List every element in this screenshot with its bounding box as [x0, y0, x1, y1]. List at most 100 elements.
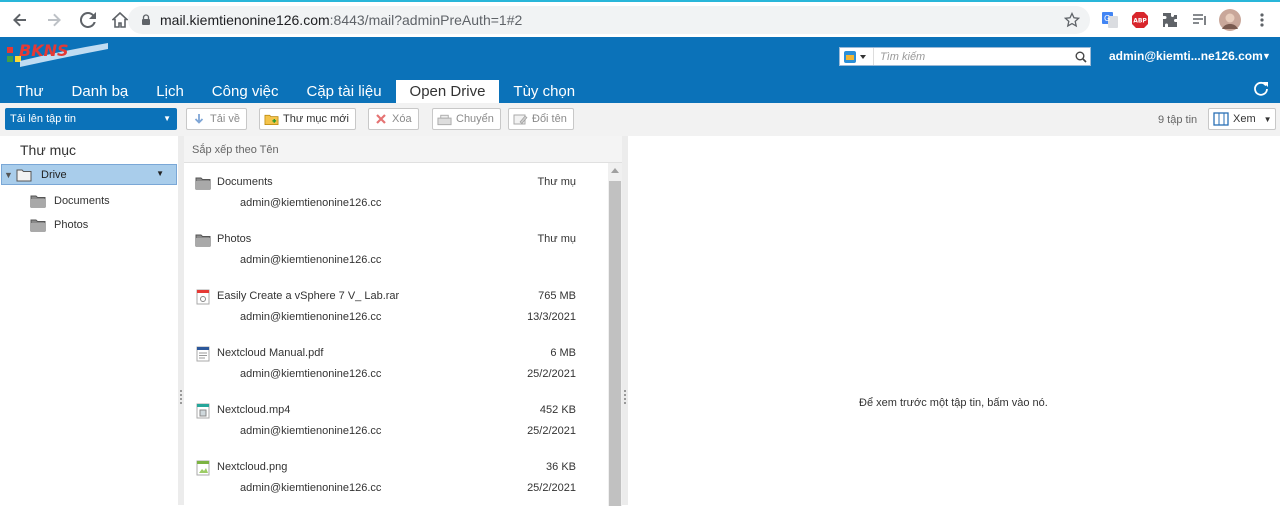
address-bar[interactable]: mail.kiemtienonine126.com:8443/mail?admi… — [128, 6, 1090, 34]
file-name: Easily Create a vSphere 7 V_ Lab.rar — [217, 290, 400, 302]
expand-triangle-icon[interactable]: ▼ — [4, 170, 14, 180]
chevron-down-icon[interactable]: ▼ — [1264, 115, 1272, 124]
scrollbar-thumb[interactable] — [609, 181, 621, 506]
chevron-down-icon[interactable]: ▼ — [156, 169, 164, 178]
delete-label: Xóa — [392, 113, 412, 125]
folder-icon — [30, 195, 46, 208]
splitter-grip — [624, 390, 626, 404]
file-date: 13/3/2021 — [527, 311, 576, 323]
tree-item-label: Drive — [41, 168, 67, 181]
file-owner: admin@kiemtienonine126.cc — [240, 482, 382, 494]
pane-splitter[interactable] — [622, 136, 628, 505]
user-account-menu[interactable]: admin@kiemti...ne126.com — [1109, 49, 1263, 63]
download-icon — [191, 112, 206, 127]
download-label: Tải về — [210, 113, 240, 125]
search-input[interactable] — [874, 50, 1072, 63]
tree-item-drive[interactable]: ▼ Drive ▼ — [1, 164, 177, 185]
refresh-icon[interactable] — [1253, 81, 1269, 97]
delete-button[interactable]: Xóa — [368, 108, 419, 130]
tab-contacts[interactable]: Danh bạ — [58, 80, 143, 103]
search-box — [839, 47, 1091, 66]
file-row[interactable]: Nextcloud.mp4 452 KB admin@kiemtienonine… — [184, 391, 604, 448]
view-menu-button[interactable]: Xem ▼ — [1208, 108, 1276, 130]
tab-open-drive[interactable]: Open Drive — [395, 80, 500, 103]
new-folder-button[interactable]: Thư mục mới — [259, 108, 356, 130]
splitter-grip — [180, 390, 182, 404]
rename-label: Đổi tên — [532, 113, 567, 125]
forward-icon[interactable] — [44, 10, 64, 30]
file-size: 36 KB — [546, 461, 576, 473]
tree-item-photos[interactable]: Photos — [30, 216, 88, 234]
file-name: Documents — [217, 176, 273, 188]
file-size: Thư mụ — [537, 176, 576, 188]
chevron-down-icon[interactable]: ▼ — [163, 108, 171, 130]
video-file-icon — [196, 403, 210, 419]
sort-by-name-header[interactable]: Sắp xếp theo Tên — [192, 144, 279, 156]
file-list-scrollbar[interactable] — [608, 163, 622, 506]
tab-calendar[interactable]: Lịch — [142, 80, 198, 103]
scroll-up-arrow-icon[interactable] — [611, 168, 619, 173]
svg-text:BKNS: BKNS — [19, 41, 69, 60]
image-file-icon — [196, 460, 210, 476]
bookmark-star-icon[interactable] — [1064, 12, 1080, 28]
app-tabs: Thư Danh bạ Lịch Công việc Cặp tài liệu … — [0, 80, 589, 103]
file-owner: admin@kiemtienonine126.cc — [240, 368, 382, 380]
folder-icon — [195, 177, 211, 190]
tab-tasks[interactable]: Công việc — [198, 80, 293, 103]
move-icon — [437, 112, 452, 127]
drive-search-icon — [844, 50, 866, 63]
file-owner: admin@kiemtienonine126.cc — [240, 425, 382, 437]
file-list: Documents Thư mụ admin@kiemtienonine126.… — [184, 162, 622, 506]
reload-icon[interactable] — [78, 10, 98, 30]
file-size: 6 MB — [550, 347, 576, 359]
file-count: 9 tập tin — [1158, 114, 1198, 126]
tree-item-label: Documents — [54, 195, 110, 207]
svg-text:ABP: ABP — [1133, 18, 1147, 25]
tab-briefcase[interactable]: Cặp tài liệu — [293, 80, 396, 103]
tree-item-documents[interactable]: Documents — [30, 192, 110, 210]
rename-button[interactable]: Đổi tên — [508, 108, 574, 130]
folder-tree: Thư mục ▼ Drive ▼ Documents Photos — [0, 136, 178, 505]
file-date: 25/2/2021 — [527, 482, 576, 494]
download-button[interactable]: Tải về — [186, 108, 247, 130]
file-row[interactable]: Photos Thư mụ admin@kiemtienonine126.cc — [184, 220, 604, 277]
file-name: Nextcloud.mp4 — [217, 404, 291, 416]
folder-icon — [16, 169, 32, 181]
browser-menu-icon[interactable] — [1253, 11, 1271, 29]
file-row[interactable]: Easily Create a vSphere 7 V_ Lab.rar 765… — [184, 277, 604, 334]
url-path: :8443/mail?adminPreAuth=1#2 — [329, 12, 523, 28]
app-header: BKNS admin@kiemti...ne126.com ▼ Thư Danh… — [0, 37, 1280, 103]
upload-file-button[interactable]: Tải lên tập tin ▼ — [5, 108, 177, 130]
svg-text:G: G — [1104, 14, 1110, 23]
translate-extension-icon[interactable]: G — [1101, 11, 1119, 29]
file-row[interactable]: Nextcloud Manual.pdf 6 MB admin@kiemtien… — [184, 334, 604, 391]
move-button[interactable]: Chuyển — [432, 108, 501, 130]
file-owner: admin@kiemtienonine126.cc — [240, 311, 382, 323]
file-size: 765 MB — [538, 290, 576, 302]
file-size: Thư mụ — [537, 233, 576, 245]
rename-icon — [513, 112, 528, 127]
adblock-extension-icon[interactable]: ABP — [1131, 11, 1149, 29]
tab-preferences[interactable]: Tùy chọn — [499, 80, 589, 103]
tab-mail[interactable]: Thư — [0, 80, 58, 103]
folder-icon — [30, 219, 46, 232]
file-row[interactable]: Nextcloud.png 36 KB admin@kiemtienonine1… — [184, 448, 604, 505]
file-date: 25/2/2021 — [527, 368, 576, 380]
reading-list-icon[interactable] — [1191, 11, 1209, 29]
lock-icon — [142, 14, 150, 25]
move-label: Chuyển — [456, 113, 494, 125]
bkns-logo: BKNS — [7, 41, 108, 67]
extensions-puzzle-icon[interactable] — [1161, 11, 1179, 29]
preview-placeholder-message: Để xem trước một tập tin, bấm vào nó. — [859, 397, 1048, 409]
home-icon[interactable] — [110, 10, 130, 30]
search-icon[interactable] — [1072, 48, 1090, 65]
file-name: Nextcloud.png — [217, 461, 288, 473]
search-scope-select[interactable] — [840, 48, 874, 65]
upload-file-label: Tải lên tập tin — [10, 113, 77, 125]
back-icon[interactable] — [10, 10, 30, 30]
profile-avatar[interactable] — [1219, 9, 1241, 31]
new-folder-label: Thư mục mới — [283, 113, 349, 125]
new-folder-icon — [264, 112, 279, 127]
file-row[interactable]: Documents Thư mụ admin@kiemtienonine126.… — [184, 163, 604, 220]
chevron-down-icon[interactable]: ▼ — [1262, 51, 1271, 61]
